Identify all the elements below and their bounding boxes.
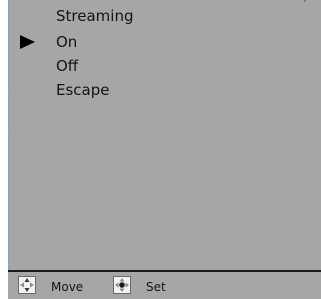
move-hint-label: Move xyxy=(51,280,84,294)
corner-dot xyxy=(304,0,306,2)
menu-panel xyxy=(8,0,321,270)
selection-arrow-icon xyxy=(20,35,35,49)
dpad-set-icon xyxy=(113,276,131,294)
menu-item-on[interactable]: On xyxy=(56,32,77,52)
osd-screen: Streaming On Off Escape Move Set xyxy=(0,0,321,299)
menu-item-off[interactable]: Off xyxy=(56,56,78,76)
dpad-move-icon xyxy=(18,276,36,294)
menu-title: Streaming xyxy=(56,7,134,25)
set-hint-label: Set xyxy=(146,280,166,294)
menu-item-escape[interactable]: Escape xyxy=(56,80,109,100)
panel-left-edge xyxy=(8,0,9,299)
